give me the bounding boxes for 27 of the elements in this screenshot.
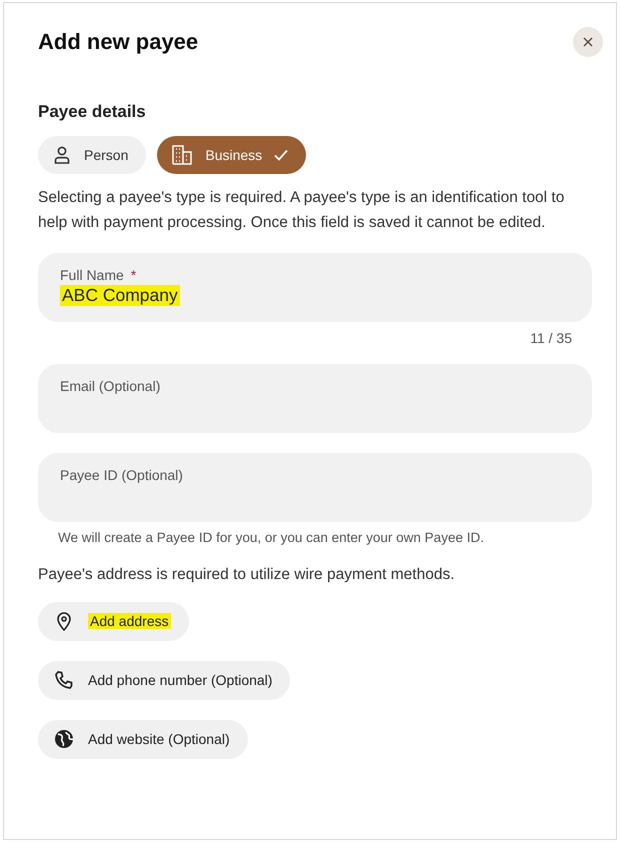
add-button[interactable]: Add website (Optional): [38, 720, 248, 758]
phone-icon: [54, 670, 74, 690]
dialog-title: Add new payee: [38, 29, 198, 55]
checkmark-icon: [274, 149, 288, 161]
payee-type-toggle[interactable]: Person: [38, 136, 146, 174]
add-button[interactable]: Add phone number (Optional): [38, 660, 290, 700]
close-icon: [582, 36, 594, 48]
character-counter: 11 / 35: [529, 330, 572, 346]
add-button[interactable]: Add address: [38, 602, 189, 640]
required-asterisk: *: [130, 267, 136, 283]
input-field[interactable]: Full Name * ABC Company: [38, 253, 592, 322]
field-value: ABC Company: [60, 285, 180, 306]
input-field[interactable]: Email (Optional): [38, 364, 592, 433]
person-icon: [52, 145, 72, 165]
building-icon: [171, 144, 194, 166]
close-button[interactable]: [573, 27, 603, 57]
field-label: Payee ID (Optional): [60, 467, 183, 483]
payee-type-toggle[interactable]: Business: [157, 136, 306, 174]
type-note: Selecting a payee's type is required. A payee's type is an identification tool to help with payment processing. Once this field is saved it cannot be edited.: [38, 188, 566, 232]
address-note: Payee's address is required to utilize wire payment methods.: [38, 565, 456, 585]
field-label: Email (Optional): [60, 378, 160, 394]
input-field[interactable]: Payee ID (Optional): [38, 453, 592, 522]
field-label: Full Name: [60, 267, 124, 283]
location-pin-icon: [54, 611, 74, 631]
section-title: Payee details: [38, 102, 147, 122]
globe-icon: [54, 729, 74, 749]
field-hint: We will create a Payee ID for you, or you can enter your own Payee ID.: [58, 530, 485, 545]
